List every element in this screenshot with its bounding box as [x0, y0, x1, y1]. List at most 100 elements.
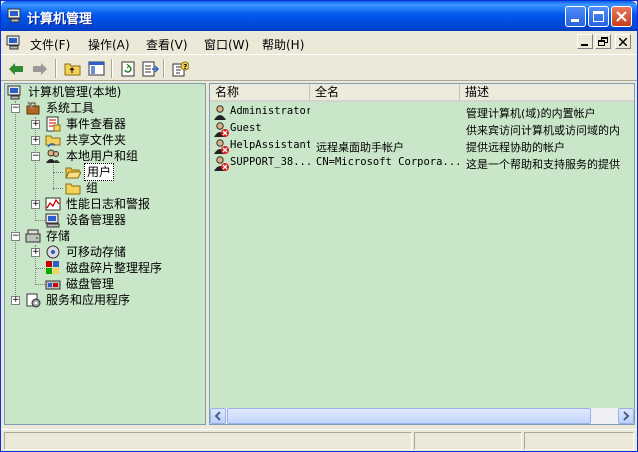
menu-action[interactable]: 操作(A) — [88, 36, 130, 53]
cell-description: 供来宾访问计算机或访问域的内 — [466, 124, 620, 137]
table-row[interactable]: Guest 供来宾访问计算机或访问域的内 — [210, 121, 634, 138]
cell-name: SUPPORT_38... — [230, 156, 310, 168]
child-restore-button[interactable] — [595, 34, 611, 49]
tree-label-services-apps: 服务和应用程序 — [46, 293, 131, 307]
cell-name: Administrator — [230, 105, 310, 117]
menu-window[interactable]: 窗口(W) — [204, 36, 249, 53]
performance-logs-icon — [45, 197, 61, 211]
tree-label-local-users-groups: 本地用户和组 — [66, 149, 139, 163]
tree-label-removable-storage: 可移动存储 — [66, 245, 127, 259]
maximize-button[interactable] — [588, 6, 609, 27]
export-list-button[interactable] — [139, 58, 161, 79]
users-list-view[interactable]: 名称 全名 描述 Administrator 管理计算机(域)的内置帐户 Guest… — [209, 83, 635, 425]
up-one-level-button[interactable] — [61, 58, 83, 79]
removable-storage-icon — [46, 245, 60, 259]
horizontal-scrollbar[interactable] — [210, 408, 634, 424]
back-arrow-icon — [9, 62, 23, 75]
restore-icon-front — [598, 40, 605, 46]
svg-text:?: ? — [183, 63, 187, 71]
show-hide-tree-icon — [88, 61, 104, 76]
collapse-local-users-groups[interactable]: − — [31, 152, 40, 161]
minimize-button[interactable] — [565, 6, 586, 27]
device-manager-icon — [45, 213, 60, 228]
tree-item-system-tools[interactable]: 系统工具 — [25, 100, 96, 116]
scroll-right-button[interactable] — [618, 408, 634, 424]
table-row[interactable]: Administrator 管理计算机(域)的内置帐户 — [210, 104, 634, 121]
column-header-name[interactable]: 名称 — [210, 84, 310, 102]
tree-label-root: 计算机管理(本地) — [28, 85, 122, 99]
computer-management-icon — [7, 8, 21, 23]
tree-label-perf-logs: 性能日志和警报 — [66, 197, 151, 211]
help-button[interactable]: ? — [169, 58, 191, 79]
scrollbar-thumb[interactable] — [227, 408, 591, 424]
collapse-system-tools[interactable]: − — [11, 104, 20, 113]
expand-services-apps[interactable]: + — [11, 296, 20, 305]
back-button[interactable] — [5, 58, 27, 79]
user-icon — [214, 156, 229, 171]
cell-name: HelpAssistant — [230, 139, 310, 151]
tree-item-disk-defragmenter[interactable]: 磁盘碎片整理程序 — [45, 260, 164, 276]
system-menu-icon[interactable] — [6, 35, 22, 50]
forward-arrow-icon — [33, 62, 47, 75]
close-button[interactable] — [611, 6, 632, 27]
cell-name: Guest — [230, 122, 262, 134]
tree-label-disk-management: 磁盘管理 — [66, 277, 115, 291]
title-bar[interactable]: 计算机管理 — [1, 1, 637, 31]
computer-management-icon — [7, 85, 21, 100]
menu-view[interactable]: 查看(V) — [146, 36, 188, 53]
status-cell-2 — [414, 432, 522, 450]
tree-item-services-apps[interactable]: 服务和应用程序 — [25, 292, 132, 308]
status-cell-main — [4, 432, 412, 450]
column-header-description[interactable]: 描述 — [460, 84, 634, 102]
show-hide-console-tree-button[interactable] — [85, 58, 107, 79]
child-close-button[interactable] — [615, 34, 631, 49]
tree-item-perf-logs[interactable]: 性能日志和警报 — [45, 196, 152, 212]
scroll-left-button[interactable] — [210, 408, 226, 424]
tree-item-storage[interactable]: 存储 — [25, 228, 72, 244]
up-folder-icon — [64, 63, 80, 76]
users-groups-icon — [46, 149, 60, 163]
expand-shared-folders[interactable]: + — [31, 136, 40, 145]
tree-item-shared-folders[interactable]: 共享文件夹 — [45, 132, 128, 148]
forward-button[interactable] — [29, 58, 51, 79]
chevron-left-icon — [214, 411, 221, 421]
cell-description: 提供远程协助的帐户 — [466, 141, 565, 154]
child-minimize-button[interactable] — [577, 34, 593, 49]
tree-item-computer-management[interactable]: 计算机管理(本地) — [7, 84, 123, 100]
disk-management-icon — [45, 280, 61, 290]
column-header-fullname[interactable]: 全名 — [310, 84, 460, 102]
storage-icon — [25, 229, 41, 243]
computer-management-window: 计算机管理 文件(F) 操作(A) 查看(V) 窗口(W) 帮助(H) ? 计算… — [0, 0, 638, 452]
tree-label-event-viewer: 事件查看器 — [66, 117, 127, 131]
table-row[interactable]: HelpAssistant 远程桌面助手帐户 提供远程协助的帐户 — [210, 138, 634, 155]
services-icon — [26, 293, 41, 308]
toolbar: ? — [1, 56, 637, 81]
export-list-icon — [142, 61, 159, 76]
refresh-button[interactable] — [117, 58, 139, 79]
menu-help[interactable]: 帮助(H) — [262, 36, 304, 53]
maximize-icon — [593, 11, 604, 22]
status-cell-3 — [524, 432, 634, 450]
console-tree[interactable]: 计算机管理(本地) − 系统工具 + 事件查看器 + 共享文件夹 − 本地用户和… — [4, 83, 206, 425]
tree-item-device-manager[interactable]: 设备管理器 — [45, 212, 128, 228]
tree-item-disk-management[interactable]: 磁盘管理 — [45, 276, 116, 292]
tree-label-system-tools: 系统工具 — [46, 101, 95, 115]
tree-item-groups[interactable]: 组 — [65, 180, 100, 196]
status-bar — [1, 429, 637, 451]
tree-label-shared-folders: 共享文件夹 — [66, 133, 127, 147]
user-icon — [214, 105, 226, 120]
tree-item-local-users-groups[interactable]: 本地用户和组 — [45, 148, 140, 164]
expand-removable-storage[interactable]: + — [31, 248, 40, 257]
shared-folder-icon — [45, 135, 61, 148]
chevron-right-icon — [623, 411, 630, 421]
tree-item-users[interactable]: 用户 — [65, 163, 115, 181]
tree-label-disk-defragmenter: 磁盘碎片整理程序 — [66, 261, 163, 275]
menu-file[interactable]: 文件(F) — [30, 36, 70, 53]
table-row[interactable]: SUPPORT_38... CN=Microsoft Corpora... 这是一个… — [210, 155, 634, 172]
disk-defragmenter-icon — [46, 261, 59, 274]
expand-perf-logs[interactable]: + — [31, 200, 40, 209]
expand-event-viewer[interactable]: + — [31, 120, 40, 129]
collapse-storage[interactable]: − — [11, 232, 20, 241]
tree-item-removable-storage[interactable]: 可移动存储 — [45, 244, 128, 260]
tree-item-event-viewer[interactable]: 事件查看器 — [45, 116, 128, 132]
